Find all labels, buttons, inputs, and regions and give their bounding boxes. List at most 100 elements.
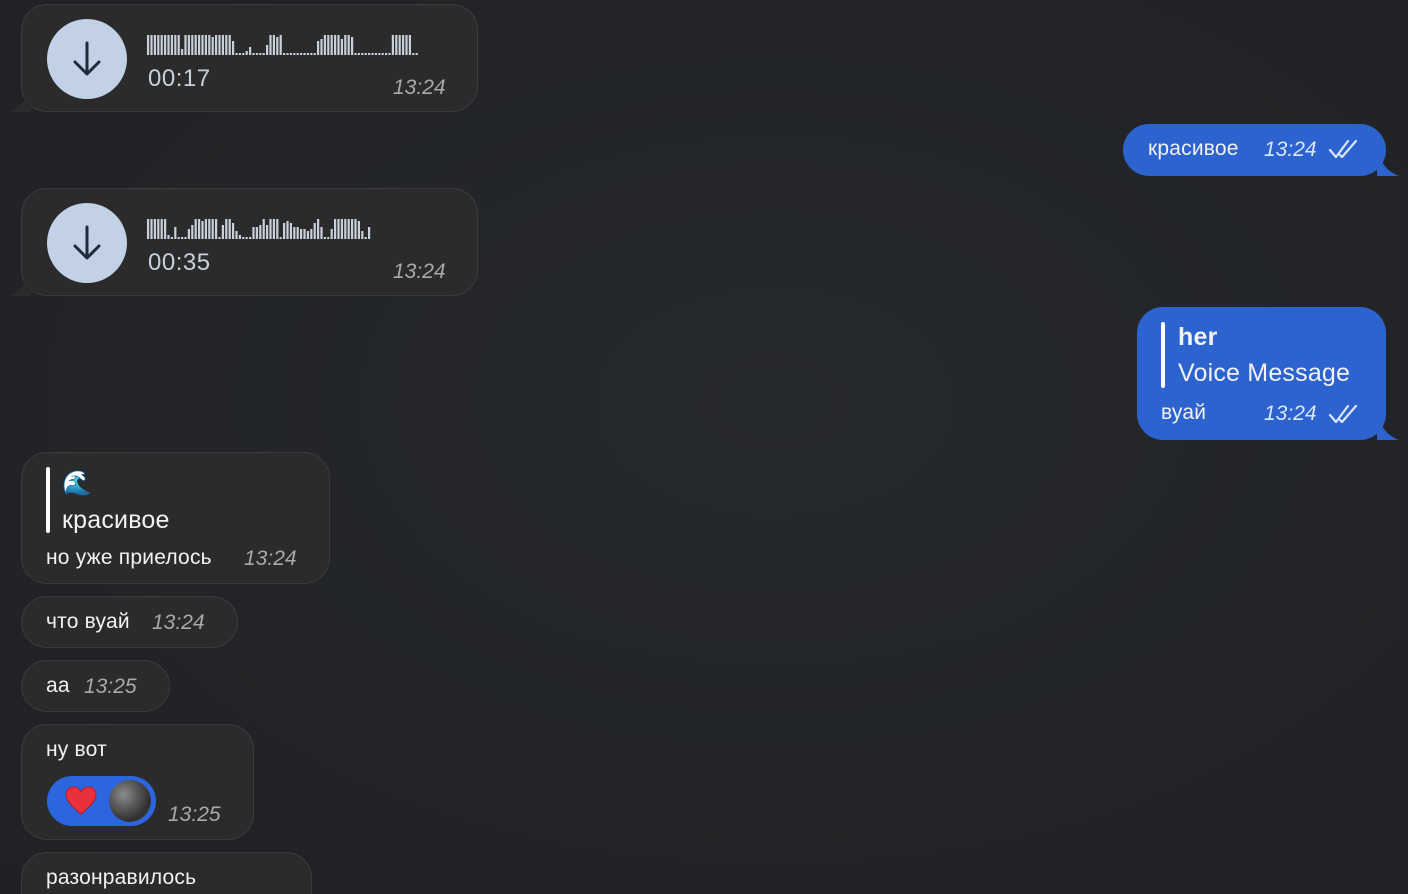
message-time: 13:24 (1264, 138, 1317, 161)
bubble-tail (9, 278, 31, 296)
waveform-bar (221, 35, 224, 55)
voice-message-bubble[interactable]: 00:17 13:24 (21, 4, 478, 112)
incoming-message-bubble[interactable]: разонравилось (21, 852, 312, 894)
waveform-bar (147, 35, 150, 55)
incoming-message-bubble[interactable]: ну вот 13:25 (21, 724, 254, 840)
waveform-bar (368, 227, 371, 239)
message-text: что вуай (46, 610, 130, 633)
message-time: 13:24 (1264, 402, 1317, 425)
waveform-bar (157, 35, 160, 55)
waveform-bar (187, 229, 190, 239)
reply-quote-bar (46, 467, 50, 533)
reactor-avatar[interactable] (109, 780, 151, 822)
message-text: вуай (1161, 401, 1207, 424)
waveform-bar (249, 47, 252, 55)
waveform-bar (276, 219, 279, 239)
waveform-bar (272, 35, 275, 55)
waveform-bar (174, 227, 177, 239)
waveform-bar (232, 223, 235, 239)
outgoing-message-bubble[interactable]: красивое 13:24 (1123, 124, 1386, 176)
chat-history[interactable]: 00:17 13:24 красивое 13:24 00:35 13:24 h… (0, 0, 1408, 894)
waveform-bar (320, 227, 323, 239)
waveform-bar (279, 35, 282, 55)
waveform-bar (286, 221, 289, 239)
waveform-bar (204, 219, 207, 239)
waveform-bar (167, 235, 170, 239)
incoming-message-bubble[interactable]: аа 13:25 (21, 660, 170, 712)
reply-text: красивое (62, 506, 170, 534)
waveform-bar (293, 227, 296, 239)
outgoing-reply-bubble[interactable]: her Voice Message вуай 13:24 (1137, 307, 1386, 440)
waveform-bar (327, 237, 330, 239)
waveform-bar (255, 53, 258, 55)
waveform-bar (317, 219, 320, 239)
waveform-bar (334, 219, 337, 239)
waveform-bar (259, 53, 262, 55)
waveform-bar (412, 53, 415, 55)
waveform-bar (181, 49, 184, 55)
waveform-bar (303, 53, 306, 55)
waveform-bar (330, 229, 333, 239)
waveform-bar (262, 219, 265, 239)
waveform-bar (266, 225, 269, 239)
waveform-bar (238, 235, 241, 239)
waveform-bar (194, 35, 197, 55)
waveform-bar (385, 53, 388, 55)
waveform-bar (242, 53, 245, 55)
waveform-bar (235, 231, 238, 239)
waveform-bar (283, 53, 286, 55)
waveform-bar (286, 53, 289, 55)
waveform[interactable] (147, 217, 447, 239)
waveform-bar (218, 237, 221, 239)
waveform-bar (225, 219, 228, 239)
waveform-bar (327, 35, 330, 55)
waveform-bar (276, 37, 279, 55)
message-text: но уже приелось (46, 546, 212, 569)
bubble-tail (1377, 422, 1399, 440)
waveform-bar (208, 219, 211, 239)
incoming-reply-bubble[interactable]: 🌊 красивое но уже приелось 13:24 (21, 452, 330, 584)
waveform-bar (296, 53, 299, 55)
waveform-bar (391, 35, 394, 55)
waveform-bar (215, 219, 218, 239)
waveform-bar (323, 35, 326, 55)
waveform-bar (160, 219, 163, 239)
waveform-bar (306, 53, 309, 55)
waveform-bar (228, 219, 231, 239)
waveform-bar (225, 35, 228, 55)
waveform-bar (232, 41, 235, 55)
download-button[interactable] (47, 203, 127, 283)
waveform-bar (191, 35, 194, 55)
waveform-bar (368, 53, 371, 55)
message-text: красивое (1148, 137, 1239, 160)
waveform-bar (371, 53, 374, 55)
waveform-bar (300, 53, 303, 55)
waveform-bar (361, 53, 364, 55)
waveform-bar (157, 219, 160, 239)
waveform[interactable] (147, 33, 447, 55)
waveform-bar (252, 53, 255, 55)
waveform-bar (242, 237, 245, 239)
voice-message-bubble[interactable]: 00:35 13:24 (21, 188, 478, 296)
waveform-bar (221, 225, 224, 239)
waveform-bar (303, 229, 306, 239)
waveform-bar (181, 237, 184, 239)
waveform-bar (184, 237, 187, 239)
waveform-bar (218, 35, 221, 55)
reaction-pill[interactable] (47, 776, 156, 826)
double-check-icon (1328, 139, 1358, 159)
waveform-bar (374, 53, 377, 55)
waveform-bar (184, 35, 187, 55)
waveform-bar (170, 237, 173, 239)
message-time: 13:24 (393, 260, 446, 283)
waveform-bar (252, 227, 255, 239)
waveform-bar (259, 225, 262, 239)
waveform-bar (337, 219, 340, 239)
incoming-message-bubble[interactable]: что вуай 13:24 (21, 596, 238, 648)
waveform-bar (191, 225, 194, 239)
reply-text: Voice Message (1178, 359, 1351, 387)
waveform-bar (306, 231, 309, 239)
download-button[interactable] (47, 19, 127, 99)
waveform-bar (364, 53, 367, 55)
waveform-bar (398, 35, 401, 55)
